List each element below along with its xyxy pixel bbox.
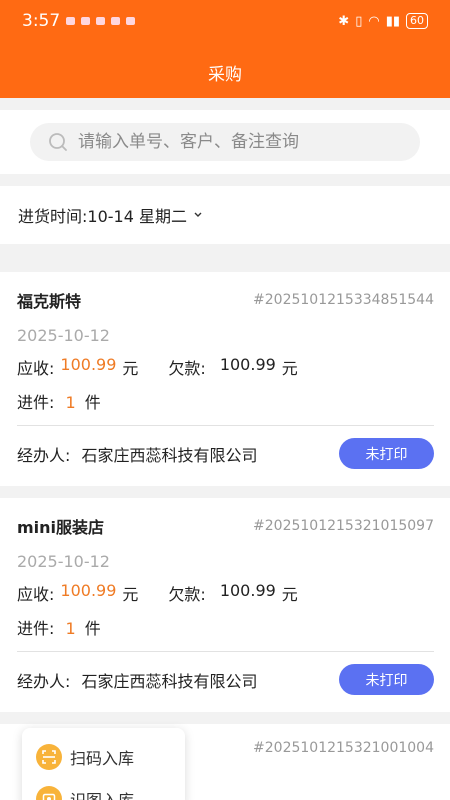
qty-label: 进件:: [17, 619, 55, 638]
search-input[interactable]: [78, 132, 378, 152]
order-date: 2025-10-12: [17, 552, 110, 571]
vibrate-icon: ▯: [355, 13, 363, 29]
owed-group: 欠款: 100.99 元: [168, 355, 297, 379]
print-status-button[interactable]: 未打印: [339, 438, 434, 469]
handler-name: 石家庄西蕊科技有限公司: [81, 671, 258, 691]
menu-item-label: 识图入库: [70, 787, 134, 800]
status-left: 3:57: [22, 11, 136, 31]
order-number: #2025101215321015097: [253, 518, 434, 534]
menu-item-scan-stock-in[interactable]: 扫码入库: [36, 736, 171, 778]
amounts-row: 应收: 100.99 元 欠款: 100.99 元: [17, 355, 434, 379]
customer-name: mini服装店: [17, 518, 105, 537]
handler-name: 石家庄西蕊科技有限公司: [81, 445, 258, 465]
order-number: #2025101215334851544: [253, 292, 434, 308]
amounts-row: 应收: 100.99 元 欠款: 100.99 元: [17, 581, 434, 605]
receivable-unit: 元: [122, 359, 139, 378]
owed-label: 欠款:: [168, 359, 206, 378]
owed-value: 100.99: [219, 581, 276, 600]
order-card[interactable]: mini服装店 #2025101215321015097 2025-10-12 …: [0, 498, 450, 712]
search-icon: [49, 133, 67, 151]
print-status-button[interactable]: 未打印: [339, 664, 434, 695]
qty-label: 进件:: [17, 393, 55, 412]
scan-icon: [36, 744, 62, 770]
status-bar: 3:57 ✱ ▯ ◠ ▮▮ 60: [0, 0, 450, 42]
owed-value: 100.99: [219, 355, 276, 374]
receivable-group: 应收: 100.99 元: [17, 355, 138, 379]
customer-name: 福克斯特: [17, 292, 82, 311]
receivable-value: 100.99: [60, 581, 117, 600]
search-box[interactable]: [30, 123, 420, 161]
handler-row: 经办人: 石家庄西蕊科技有限公司: [17, 442, 258, 466]
owed-group: 欠款: 100.99 元: [168, 581, 297, 605]
receivable-group: 应收: 100.99 元: [17, 581, 138, 605]
receivable-label: 应收:: [17, 585, 55, 604]
divider: [17, 651, 434, 652]
menu-item-label: 扫码入库: [70, 749, 135, 768]
order-date: 2025-10-12: [17, 326, 110, 345]
order-number: #2025101215321001004: [253, 740, 434, 756]
floating-action-menu: 扫码入库 识图入库: [22, 728, 185, 800]
receivable-unit: 元: [122, 585, 139, 604]
notification-icon: [66, 17, 76, 25]
qty-row: 进件: 1 件: [17, 389, 434, 413]
date-filter-label: 进货时间:10-14 星期二: [18, 207, 187, 226]
divider: [17, 425, 434, 426]
notification-icon: [111, 17, 121, 25]
receivable-label: 应收:: [17, 359, 55, 378]
notification-icon: [126, 17, 136, 25]
qty-unit: 件: [84, 393, 101, 412]
signal-icon: ▮▮: [385, 13, 400, 29]
menu-item-image-stock-in[interactable]: 识图入库: [36, 778, 171, 800]
app-header: 3:57 ✱ ▯ ◠ ▮▮ 60 采购: [0, 0, 450, 98]
image-recognition-icon: [36, 786, 62, 800]
order-card[interactable]: 福克斯特 #2025101215334851544 2025-10-12 应收:…: [0, 272, 450, 486]
qty-value: 1: [65, 393, 76, 412]
owed-unit: 元: [281, 359, 298, 378]
handler-row: 经办人: 石家庄西蕊科技有限公司: [17, 668, 258, 692]
receivable-value: 100.99: [60, 355, 117, 374]
bluetooth-icon: ✱: [338, 13, 350, 29]
wifi-icon: ◠: [368, 13, 380, 29]
status-right: ✱ ▯ ◠ ▮▮ 60: [338, 13, 428, 29]
owed-label: 欠款:: [168, 585, 206, 604]
notification-icon: [81, 17, 91, 25]
page-title: 采购: [208, 65, 242, 85]
qty-row: 进件: 1 件: [17, 615, 434, 639]
owed-unit: 元: [281, 585, 298, 604]
handler-label: 经办人:: [17, 671, 71, 691]
qty-unit: 件: [84, 619, 101, 638]
status-time: 3:57: [22, 11, 61, 31]
battery-icon: 60: [406, 13, 428, 29]
date-filter[interactable]: 进货时间:10-14 星期二: [0, 186, 450, 244]
notification-icon: [96, 17, 106, 25]
chevron-down-icon: [194, 212, 202, 217]
handler-label: 经办人:: [17, 445, 71, 465]
qty-value: 1: [65, 619, 76, 638]
search-section: [0, 110, 450, 174]
